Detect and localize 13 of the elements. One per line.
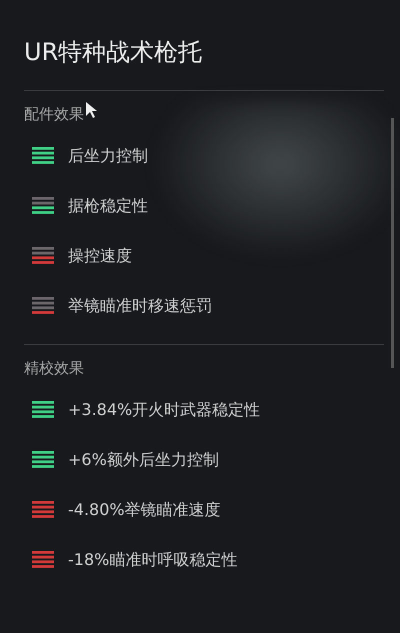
effect-label: 后坐力控制 bbox=[68, 146, 148, 166]
effect-label: -18%瞄准时呼吸稳定性 bbox=[68, 550, 238, 570]
effect-label: +3.84%开火时武器稳定性 bbox=[68, 400, 260, 420]
section-heading: 配件效果 bbox=[24, 105, 84, 124]
effect-label: 操控速度 bbox=[68, 246, 132, 266]
item-title: UR特种战术枪托 bbox=[24, 37, 204, 68]
effect-label: 据枪稳定性 bbox=[68, 196, 148, 216]
effect-label: 举镜瞄准时移速惩罚 bbox=[68, 296, 212, 316]
effect-label: +6%额外后坐力控制 bbox=[68, 450, 219, 470]
effect-label: -4.80%举镜瞄准速度 bbox=[68, 500, 221, 520]
section-heading: 精校效果 bbox=[24, 359, 84, 378]
scrollbar[interactable] bbox=[391, 118, 394, 368]
cursor-icon bbox=[86, 102, 98, 118]
